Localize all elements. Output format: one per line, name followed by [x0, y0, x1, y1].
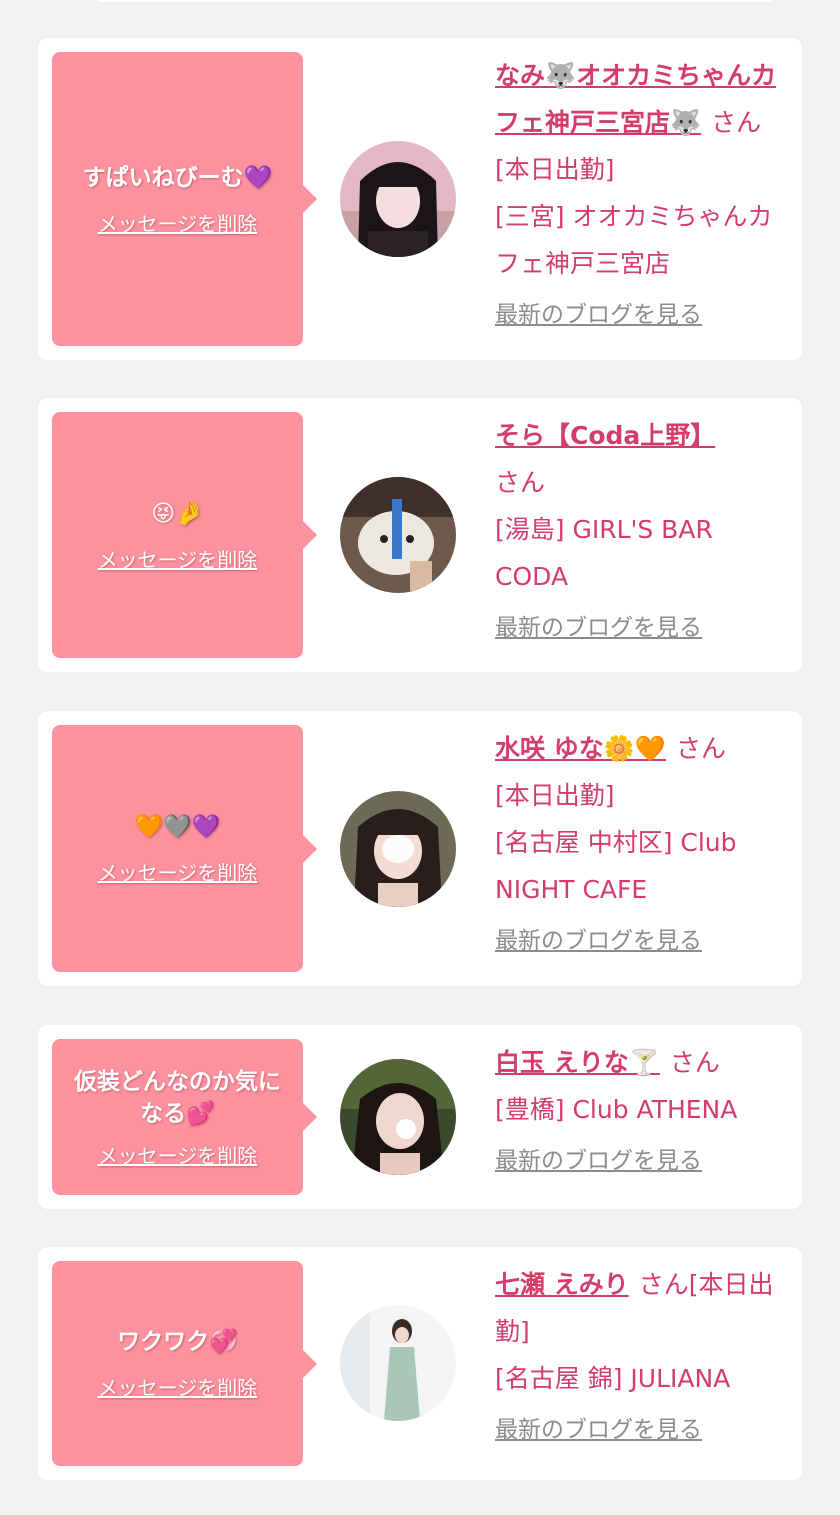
- cast-name-link[interactable]: 七瀬 えみり: [495, 1270, 629, 1299]
- status-badge: [本日出勤]: [495, 781, 615, 810]
- shop-label: [名古屋 中村区] Club NIGHT CAFE: [495, 828, 737, 904]
- message-bubble: 🧡🩶💜 メッセージを削除: [52, 725, 317, 972]
- message-card: 😝🤌 メッセージを削除 そら【Coda上野】 さん [湯島] GIRL'S BAR…: [38, 398, 802, 672]
- san-label: さん: [495, 468, 546, 497]
- message-text: 🧡🩶💜: [134, 814, 221, 840]
- delete-message-link[interactable]: メッセージを削除: [98, 544, 258, 573]
- message-card: ワクワク💞 メッセージを削除 七瀬 えみり さん[本日出勤] [名古屋 錦] JU…: [38, 1247, 802, 1480]
- message-text: 😝🤌: [151, 500, 204, 527]
- cast-name-link[interactable]: 水咲 ゆな🌼🧡: [495, 734, 666, 763]
- cast-info: なみ🐺オオカミちゃんカフェ神戸三宮店🐺 さん[本日出勤] [三宮] オオカミちゃん…: [495, 52, 780, 331]
- delete-message-link[interactable]: メッセージを削除: [98, 208, 258, 237]
- latest-blog-link[interactable]: 最新のブログを見る: [495, 1145, 780, 1177]
- previous-card-edge: [98, 0, 772, 2]
- san-label: さん: [638, 1270, 689, 1299]
- latest-blog-link[interactable]: 最新のブログを見る: [495, 612, 780, 644]
- delete-message-link[interactable]: メッセージを削除: [98, 857, 258, 886]
- avatar[interactable]: [340, 1305, 456, 1421]
- shop-label: [名古屋 錦] JULIANA: [495, 1364, 731, 1393]
- latest-blog-link[interactable]: 最新のブログを見る: [495, 299, 780, 331]
- san-label: さん: [711, 108, 762, 137]
- san-label: さん: [669, 1048, 720, 1077]
- message-text: ワクワク💞: [117, 1329, 238, 1355]
- latest-blog-link[interactable]: 最新のブログを見る: [495, 925, 780, 957]
- cast-info: そら【Coda上野】 さん [湯島] GIRL'S BAR CODA 最新のブログ…: [495, 412, 780, 644]
- message-bubble: ワクワク💞 メッセージを削除: [52, 1261, 317, 1466]
- message-card: 🧡🩶💜 メッセージを削除 水咲 ゆな🌼🧡 さん [本日出勤] [名古屋 中村区] C…: [38, 711, 802, 986]
- cast-name-link[interactable]: そら【Coda上野】: [495, 421, 715, 450]
- avatar[interactable]: [340, 477, 456, 593]
- cast-info: 白玉 えりな🍸 さん [豊橋] Club ATHENA 最新のブログを見る: [495, 1039, 780, 1177]
- message-card: すぱいねびーむ💜 メッセージを削除 なみ🐺オオカミちゃんカフェ神戸三宮店🐺 さん[…: [38, 38, 802, 360]
- status-badge: [本日出勤]: [495, 155, 615, 184]
- avatar[interactable]: [340, 791, 456, 907]
- shop-label: [湯島] GIRL'S BAR CODA: [495, 515, 713, 591]
- delete-message-link[interactable]: メッセージを削除: [98, 1140, 258, 1169]
- message-text: 仮装どんなのか気になる💕: [74, 1068, 281, 1127]
- message-bubble: すぱいねびーむ💜 メッセージを削除: [52, 52, 317, 346]
- shop-label: [三宮] オオカミちゃんカフェ神戸三宮店: [495, 202, 773, 278]
- cast-name-link[interactable]: 白玉 えりな🍸: [495, 1048, 660, 1077]
- message-bubble: 😝🤌 メッセージを削除: [52, 412, 317, 658]
- message-card: 仮装どんなのか気になる💕 メッセージを削除 白玉 えりな🍸 さん [豊橋] Clu…: [38, 1025, 802, 1209]
- cast-info: 七瀬 えみり さん[本日出勤] [名古屋 錦] JULIANA 最新のブログを見る: [495, 1261, 780, 1446]
- message-bubble: 仮装どんなのか気になる💕 メッセージを削除: [52, 1039, 317, 1195]
- delete-message-link[interactable]: メッセージを削除: [98, 1372, 258, 1401]
- shop-label: [豊橋] Club ATHENA: [495, 1095, 738, 1124]
- san-label: さん: [675, 734, 726, 763]
- avatar[interactable]: [340, 1059, 456, 1175]
- latest-blog-link[interactable]: 最新のブログを見る: [495, 1414, 780, 1446]
- cast-info: 水咲 ゆな🌼🧡 さん [本日出勤] [名古屋 中村区] Club NIGHT CAF…: [495, 725, 780, 957]
- message-text: すぱいねびーむ💜: [82, 164, 273, 191]
- avatar[interactable]: [340, 141, 456, 257]
